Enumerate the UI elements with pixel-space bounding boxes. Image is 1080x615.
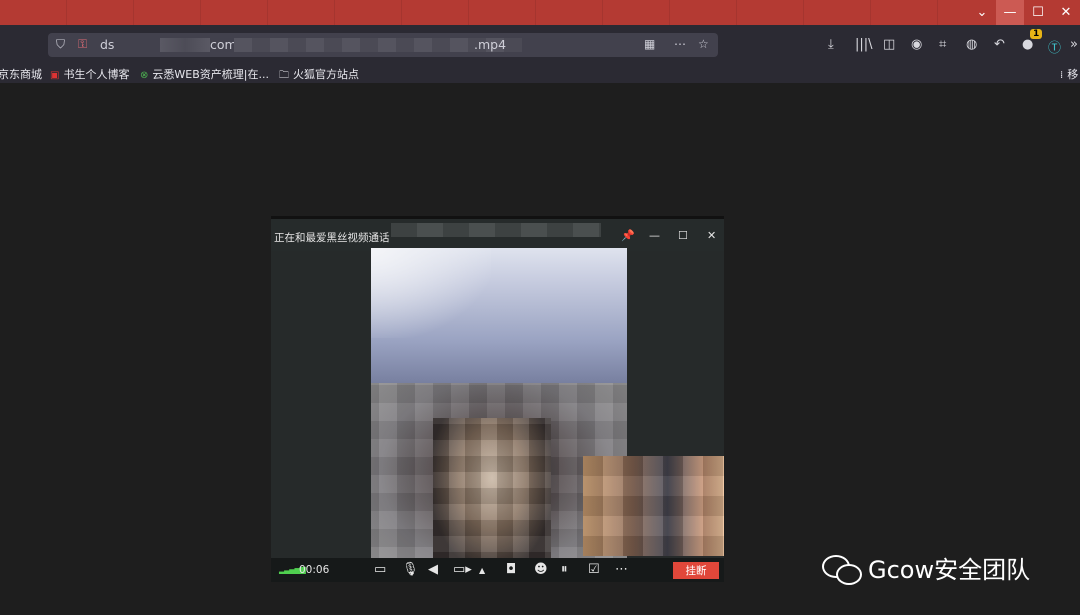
- tab[interactable]: [670, 0, 737, 25]
- mobile-bookmark-icon: ⁞: [1060, 70, 1064, 81]
- bookmark-item[interactable]: ⊗ 云悉WEB资产梳理|在...: [140, 66, 269, 82]
- pin-icon[interactable]: 📌: [621, 229, 635, 242]
- tab-list-button[interactable]: ⌄: [968, 0, 996, 25]
- tab[interactable]: [67, 0, 134, 25]
- shield-icon[interactable]: ⛉: [56, 37, 65, 52]
- sky-highlight: [371, 248, 491, 338]
- tab[interactable]: [402, 0, 469, 25]
- tab[interactable]: [871, 0, 938, 25]
- camera-icon[interactable]: ▭▸: [453, 562, 472, 577]
- browser-titlebar: ⌄ — ☐ ✕: [0, 0, 1080, 25]
- navigation-toolbar: ⛉ ⚿ ds com, .mp4 ▦ ⋯ ☆ ⤓ |||\ ◫ ◉ ⌗ ◍ ↶ …: [0, 25, 1080, 63]
- close-icon: ✕: [1060, 5, 1072, 20]
- url-bar[interactable]: ⛉ ⚿ ds com, .mp4 ▦ ⋯ ☆: [48, 33, 718, 57]
- bookmark-label: 云悉WEB资产梳理|在...: [152, 68, 269, 81]
- call-control-bar: ▂▃▄▅▆ 00:06 ▭ 🎙 ◀ ▭▸ ▲ ◘ ☻ ⏸ ☑ ⋯ 挂断: [271, 558, 724, 582]
- bookmark-label: 书生个人博客: [63, 68, 130, 81]
- yunxi-icon: ⊗: [140, 70, 149, 81]
- effects-icon[interactable]: ☻: [534, 562, 548, 577]
- tab-strip[interactable]: [0, 0, 1080, 25]
- screenshot-icon[interactable]: ⌗: [939, 37, 946, 52]
- insecure-lock-icon[interactable]: ⚿: [78, 37, 87, 52]
- whiteboard-icon[interactable]: ☑: [588, 562, 600, 577]
- hangup-button[interactable]: 挂断: [673, 562, 719, 579]
- chat-icon[interactable]: ▭: [374, 562, 386, 577]
- bookmark-label: 移: [1067, 68, 1079, 81]
- pixelated-area: [391, 223, 601, 237]
- tab[interactable]: [737, 0, 804, 25]
- pause-video-icon[interactable]: ⏸: [561, 562, 568, 577]
- wechat-logo-icon: [820, 553, 862, 585]
- tab[interactable]: [335, 0, 402, 25]
- maximize-icon[interactable]: ☐: [678, 229, 688, 242]
- screenshot-icon[interactable]: ◘: [506, 562, 516, 577]
- extension-badge: 1: [1030, 29, 1043, 39]
- watermark: Gcow安全团队: [820, 550, 1030, 585]
- translate-icon[interactable]: Ⓣ: [1048, 37, 1061, 56]
- chevron-down-icon: ⌄: [976, 5, 988, 20]
- mute-mic-icon[interactable]: 🎙: [402, 562, 419, 577]
- call-timer: 00:06: [299, 564, 330, 576]
- account-icon[interactable]: ◉: [911, 37, 922, 52]
- tab[interactable]: [804, 0, 871, 25]
- download-icon[interactable]: ⤓: [828, 37, 834, 52]
- speaker-icon[interactable]: ◀: [428, 562, 438, 577]
- maximize-button[interactable]: ☐: [1024, 0, 1052, 25]
- tab[interactable]: [0, 0, 67, 25]
- overflow-menu-icon[interactable]: »: [1070, 37, 1078, 52]
- minimize-button[interactable]: —: [996, 0, 1024, 25]
- call-title: 正在和最爱黑丝视频通话: [274, 232, 390, 244]
- url-suffix: .mp4: [474, 37, 507, 52]
- extension-icon[interactable]: ●: [1022, 37, 1033, 52]
- tab[interactable]: [469, 0, 536, 25]
- bookmark-item[interactable]: ⁞ 移: [1060, 66, 1078, 82]
- url-prefix: ds: [100, 37, 115, 52]
- qr-code-icon[interactable]: ▦: [644, 37, 655, 51]
- window-controls: ⌄ — ☐ ✕: [968, 0, 1080, 25]
- tab[interactable]: [134, 0, 201, 25]
- close-icon[interactable]: ✕: [707, 229, 716, 242]
- blog-icon: ▣: [50, 70, 60, 81]
- bookmark-star-icon[interactable]: ☆: [698, 37, 709, 51]
- minimize-icon[interactable]: —: [649, 229, 660, 242]
- close-button[interactable]: ✕: [1052, 0, 1080, 25]
- redacted-url-part: [160, 38, 210, 52]
- bookmark-label: 火狐官方站点: [293, 68, 359, 81]
- more-icon[interactable]: ⋯: [674, 37, 686, 51]
- video-call-window: 正在和最爱黑丝视频通话 📌 — ☐ ✕ ▂▃▄▅▆ 00:06 ▭ 🎙 ◀ ▭▸…: [271, 216, 724, 582]
- tab[interactable]: [201, 0, 268, 25]
- library-icon[interactable]: |||\: [855, 37, 873, 52]
- bookmark-item[interactable]: ▣ 书生个人博客: [50, 66, 129, 82]
- tab[interactable]: [603, 0, 670, 25]
- chat-icon[interactable]: ◍: [966, 37, 977, 52]
- minimize-icon: —: [1003, 5, 1017, 20]
- maximize-icon: ☐: [1032, 5, 1044, 20]
- tab[interactable]: [536, 0, 603, 25]
- back-arrow-icon[interactable]: ↶: [994, 37, 1005, 52]
- self-view-video[interactable]: [583, 456, 724, 556]
- more-icon[interactable]: ⋯: [615, 562, 628, 577]
- pixelated-face: [433, 418, 551, 558]
- call-header: 正在和最爱黑丝视频通话 📌 — ☐ ✕: [271, 216, 724, 251]
- bookmark-item[interactable]: 京东商城: [0, 66, 42, 82]
- watermark-text: Gcow安全团队: [868, 556, 1031, 584]
- camera-options-icon[interactable]: ▲: [479, 566, 485, 575]
- tab[interactable]: [268, 0, 335, 25]
- sidebar-icon[interactable]: ◫: [883, 37, 895, 52]
- bookmarks-bar: 京东商城 ▣ 书生个人博客 ⊗ 云悉WEB资产梳理|在... 🗀 火狐官方站点 ⁞ 移: [0, 63, 1080, 83]
